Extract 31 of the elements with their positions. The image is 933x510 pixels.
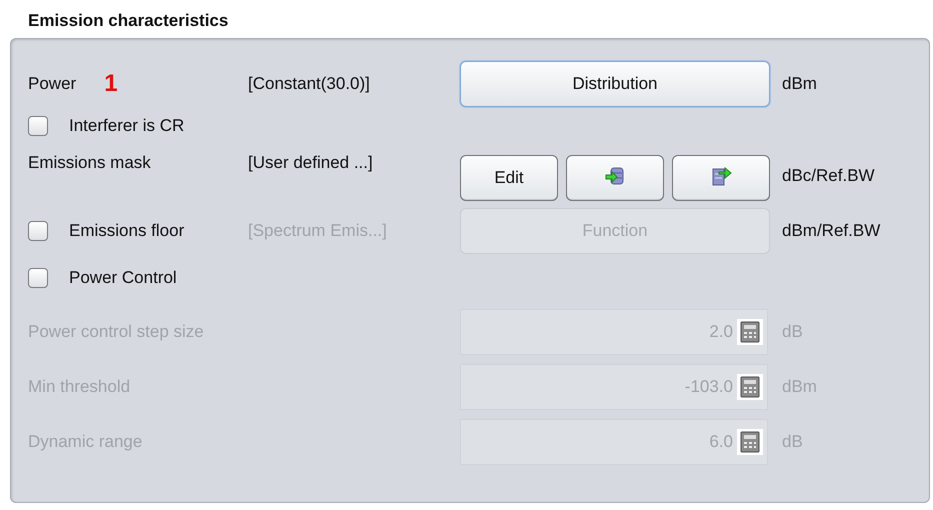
number-field: 6.0 <box>460 418 768 464</box>
section-title: Emission characteristics <box>28 10 228 32</box>
checkbox-label: Power Control <box>69 268 177 288</box>
database-import-icon <box>604 164 626 186</box>
unit-label: dBc/Ref.BW <box>782 166 875 185</box>
number-field: 2.0 <box>460 308 768 354</box>
field-label: Min threshold <box>28 376 130 396</box>
checkbox[interactable] <box>28 116 48 136</box>
function-button: Function <box>460 208 770 254</box>
checkbox-label: Interferer is CR <box>69 116 184 136</box>
field-label: Dynamic range <box>28 432 142 452</box>
unit-label: dBm/Ref.BW <box>782 220 880 240</box>
document-export-icon <box>710 164 732 186</box>
unit-label: dBm <box>782 376 817 396</box>
annotation-number: 1 <box>104 70 118 98</box>
unit-label: dB <box>782 322 803 340</box>
unit-label: dB <box>782 432 803 450</box>
checkbox-label: Emissions floor <box>69 220 184 240</box>
export-button[interactable] <box>672 155 770 201</box>
import-button[interactable] <box>566 155 664 201</box>
field-label: Emissions mask <box>28 153 151 173</box>
field-label: Power control step size <box>28 322 204 342</box>
edit-button[interactable]: Edit <box>460 155 558 201</box>
distribution-button[interactable]: Distribution <box>460 61 770 107</box>
unit-label: dBm <box>782 74 817 93</box>
field-label: Power <box>28 74 76 94</box>
value-text: [User defined ...] <box>248 153 373 172</box>
value-text: [Spectrum Emis...] <box>248 220 387 240</box>
value-text: [Constant(30.0)] <box>248 74 370 93</box>
checkbox[interactable] <box>28 268 48 288</box>
number-field: -103.0 <box>460 364 768 410</box>
